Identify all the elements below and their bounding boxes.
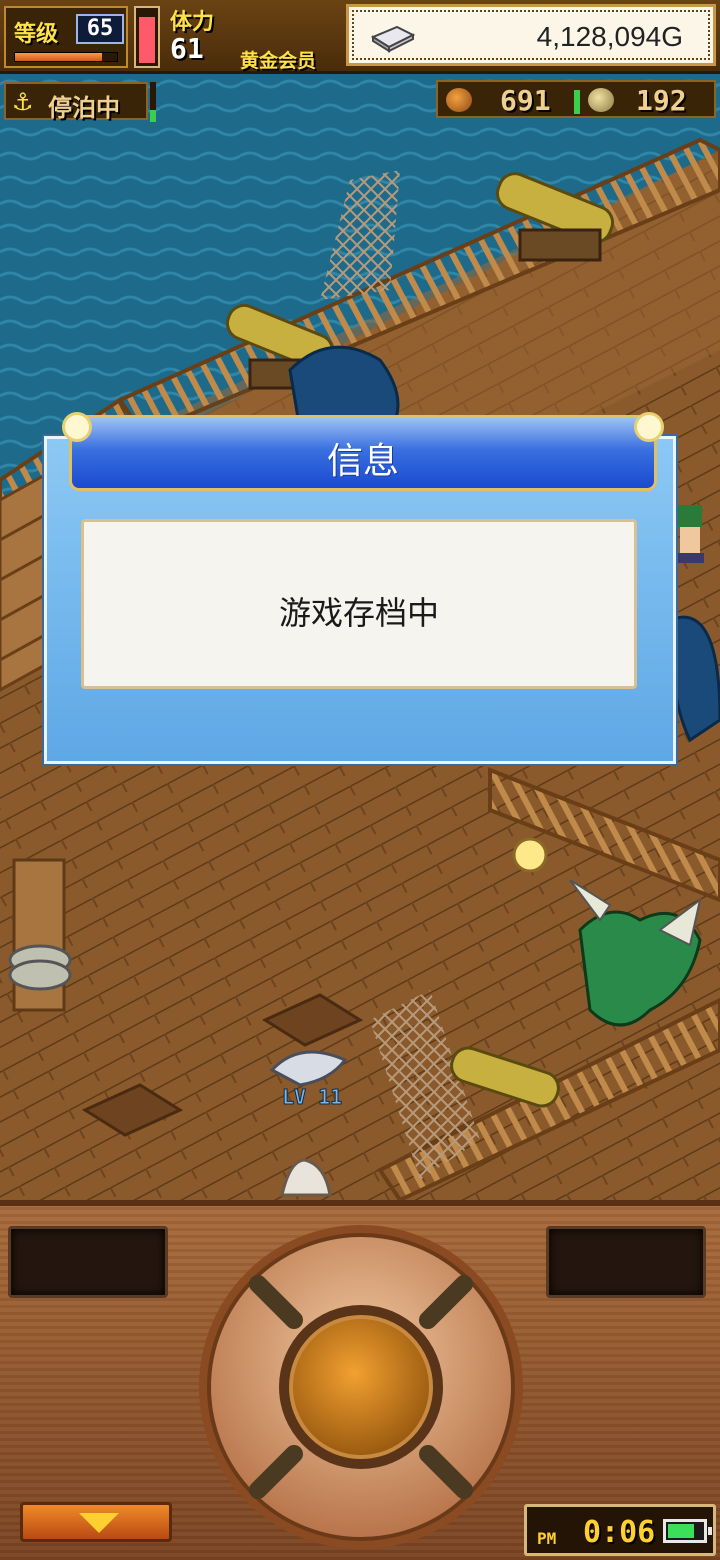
experience-bar-fill [15, 53, 102, 61]
crew-character[interactable] [676, 505, 704, 563]
level-value: 65 [76, 14, 124, 44]
experience-bar [14, 52, 118, 62]
clock-ampm: PM [537, 1529, 557, 1548]
level-label: 等级 [14, 22, 59, 47]
dialog-body: 游戏存档中 [81, 519, 637, 689]
right-slot-button[interactable] [546, 1226, 706, 1298]
resource-divider [574, 90, 580, 114]
stamina-gauge [134, 6, 160, 68]
character-level-label: LV 11 [282, 1085, 342, 1109]
gold-panel[interactable]: 4,128,094G [346, 4, 716, 66]
anchor-status[interactable]: ⚓ 停泊中 [4, 82, 148, 122]
down-arrow-icon [79, 1513, 119, 1533]
dialog-header: 信息 [62, 412, 664, 491]
resource-panel: 691 192 [436, 80, 716, 118]
status-indicator [150, 82, 156, 122]
info-dialog: 信息 游戏存档中 [44, 412, 676, 764]
control-panel: PM 0:06 [0, 1200, 720, 1560]
gold-amount: 4,128,094G [536, 21, 683, 52]
dialog-title: 信息 [326, 441, 399, 482]
resource-value-2: 192 [636, 84, 687, 117]
level-panel: 等级 65 [4, 6, 128, 68]
stamina-value: 61 [170, 32, 204, 65]
resource-value-1: 691 [500, 84, 551, 117]
battery-icon [663, 1519, 712, 1543]
gold-member-badge[interactable]: 黄金会员 [240, 46, 316, 73]
top-hud: 等级 65 体力 61 黄金会员 4,128,094G [0, 0, 720, 74]
left-slot-button[interactable] [8, 1226, 168, 1298]
menu-toggle-button[interactable] [20, 1502, 172, 1542]
clock-panel: PM 0:06 [524, 1504, 716, 1556]
battery-level-fill [668, 1524, 695, 1538]
coin-icon [446, 88, 472, 112]
anchor-status-label: 停泊中 [48, 94, 120, 122]
mast [8, 858, 72, 1012]
silver-bar-icon [367, 23, 417, 57]
coin-icon [588, 88, 614, 112]
anchor-icon: ⚓ [12, 88, 34, 116]
stamina-gauge-fill [139, 16, 155, 63]
direction-pad[interactable] [196, 1222, 526, 1552]
dialog-message: 游戏存档中 [278, 594, 439, 632]
lantern [512, 837, 548, 873]
clock-time: 0:06 [583, 1515, 656, 1550]
